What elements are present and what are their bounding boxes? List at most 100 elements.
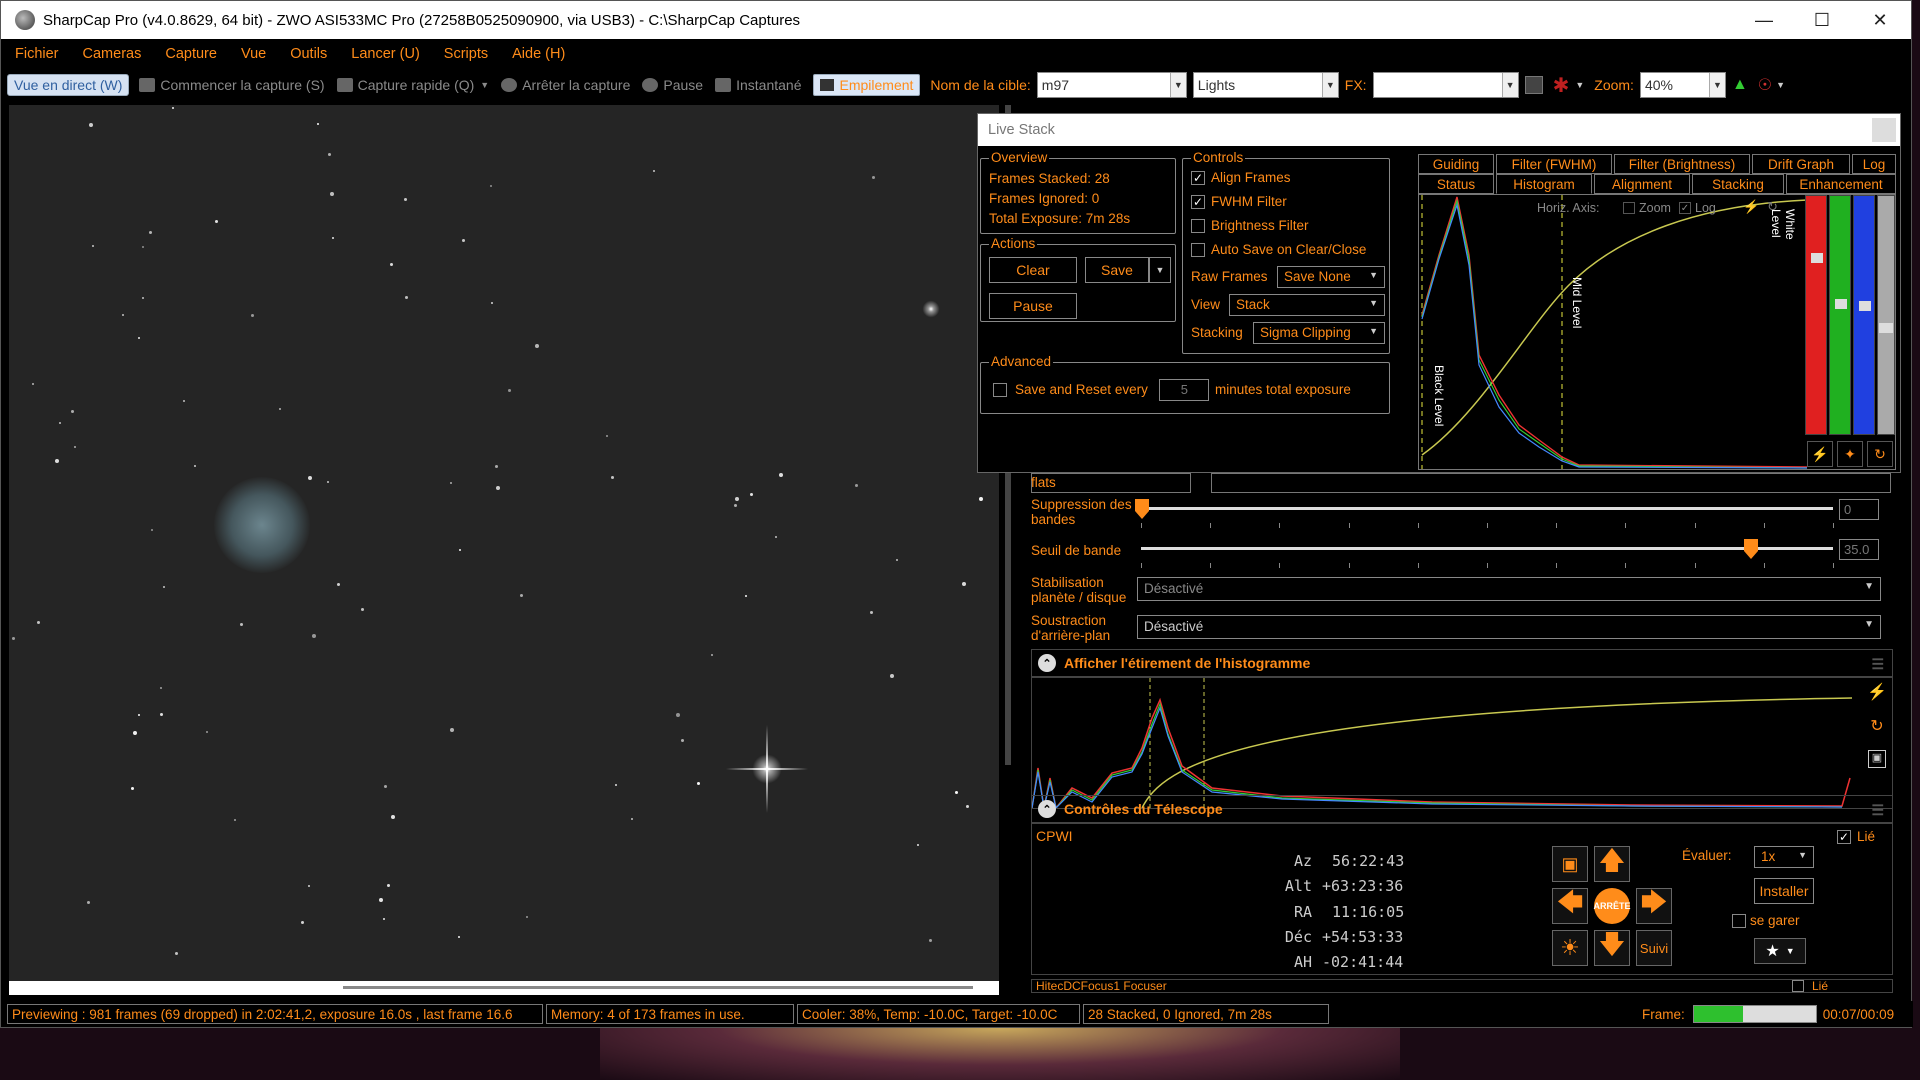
arrow-right-icon[interactable]: 🡆: [1636, 887, 1672, 924]
tab-drift-graph[interactable]: Drift Graph: [1752, 154, 1850, 174]
histogram-section-header[interactable]: ⌃ Afficher l'étirement de l'histogramme …: [1031, 649, 1893, 677]
chevron-down-icon[interactable]: ▼: [1149, 257, 1171, 283]
live-stack-histogram-chart[interactable]: Black Level Mid Level: [1419, 195, 1807, 469]
arrow-down-icon[interactable]: 🡇: [1594, 929, 1630, 966]
view-select[interactable]: Stack ▼: [1229, 294, 1385, 316]
tab-filter-brightness[interactable]: Filter (Brightness): [1614, 154, 1750, 174]
reset-icon[interactable]: ↻: [1864, 716, 1890, 742]
chevron-up-icon[interactable]: ⌃: [1038, 800, 1056, 818]
chevron-down-icon[interactable]: ▼: [480, 80, 489, 90]
threshold-slider-track[interactable]: [1141, 547, 1833, 550]
luminance-slider[interactable]: [1877, 195, 1895, 435]
menu-outils[interactable]: Outils: [290, 46, 327, 62]
minimize-icon[interactable]: —: [1735, 1, 1793, 39]
fwhm-filter-checkbox[interactable]: ✓: [1191, 195, 1205, 209]
menu-cameras[interactable]: Cameras: [83, 46, 142, 62]
stabilization-select[interactable]: Désactivé ▼: [1137, 577, 1881, 601]
maximize-icon[interactable]: ☐: [1793, 1, 1851, 39]
stop-capture-button[interactable]: Arrêter la capture: [501, 77, 630, 93]
center-icon[interactable]: ▣: [1552, 846, 1588, 882]
stacking-button[interactable]: Empilement: [813, 74, 921, 96]
menu-aide[interactable]: Aide (H): [512, 46, 565, 62]
threshold-value[interactable]: 35.0: [1839, 539, 1879, 560]
menu-icon[interactable]: ☰: [1871, 802, 1884, 819]
arrow-left-icon[interactable]: 🡄: [1552, 887, 1588, 924]
snapshot-button[interactable]: Instantané: [715, 77, 801, 93]
live-view-button[interactable]: Vue en direct (W): [7, 74, 130, 96]
tab-log[interactable]: Log: [1852, 154, 1896, 174]
reset-icon[interactable]: ↻: [1867, 441, 1893, 467]
linked-checkbox[interactable]: ✓: [1837, 830, 1851, 844]
target-icon[interactable]: ☉: [1758, 75, 1772, 95]
chevron-up-icon[interactable]: ⌃: [1038, 654, 1056, 672]
tab-guiding[interactable]: Guiding: [1418, 154, 1494, 174]
raw-frames-select[interactable]: Save None ▼: [1277, 266, 1385, 288]
menu-lancer[interactable]: Lancer (U): [351, 46, 420, 62]
histogram-icon[interactable]: ▲: [1732, 76, 1748, 94]
pause-button[interactable]: Pause: [642, 77, 703, 93]
close-icon[interactable]: ✕: [1851, 1, 1909, 39]
green-slider-thumb[interactable]: [1835, 299, 1847, 309]
focuser-linked-checkbox[interactable]: [1792, 980, 1804, 992]
chevron-down-icon[interactable]: ▼: [1321, 73, 1338, 97]
horizontal-scrollbar[interactable]: [9, 981, 999, 995]
star-icon[interactable]: ★ ▼: [1754, 938, 1806, 964]
quick-capture-button[interactable]: Capture rapide (Q) ▼: [336, 77, 489, 93]
square-icon[interactable]: [1524, 76, 1543, 94]
telescope-section-header[interactable]: ⌃ Contrôles du Télescope ☰: [1031, 795, 1893, 823]
lightning-icon[interactable]: ⚡: [1864, 682, 1890, 708]
lightning-icon[interactable]: ⚡: [1807, 441, 1833, 467]
minutes-stepper[interactable]: 5: [1159, 379, 1209, 401]
threshold-slider-thumb[interactable]: [1744, 539, 1758, 559]
auto-save-checkbox[interactable]: [1191, 243, 1205, 257]
menu-capture[interactable]: Capture: [165, 46, 217, 62]
chevron-down-icon[interactable]: ▼: [1575, 80, 1584, 90]
chevron-down-icon[interactable]: ▼: [1501, 73, 1518, 97]
green-channel-slider[interactable]: [1829, 195, 1851, 435]
sun-icon[interactable]: ☀: [1552, 930, 1588, 966]
banding-value[interactable]: 0: [1839, 499, 1879, 520]
target-name-input[interactable]: m97 ▼: [1036, 72, 1187, 98]
blue-channel-slider[interactable]: [1853, 195, 1875, 435]
align-frames-checkbox[interactable]: ✓: [1191, 171, 1205, 185]
log-checkbox[interactable]: ✓: [1679, 202, 1691, 214]
start-capture-button[interactable]: Commencer la capture (S): [139, 77, 325, 93]
tab-filter-fwhm[interactable]: Filter (FWHM): [1496, 154, 1612, 174]
pause-stack-button[interactable]: Pause: [989, 293, 1077, 319]
fx-select[interactable]: ▼: [1372, 72, 1519, 98]
tab-status[interactable]: Status: [1418, 174, 1494, 194]
save-reset-checkbox[interactable]: [993, 383, 1007, 397]
stop-button[interactable]: ARRÊTE: [1594, 888, 1631, 924]
chevron-down-icon[interactable]: ▼: [1169, 73, 1186, 97]
menu-icon[interactable]: ☰: [1871, 656, 1884, 673]
tab-enhancement[interactable]: Enhancement: [1786, 174, 1896, 194]
park-checkbox[interactable]: [1732, 914, 1746, 928]
scrollbar-thumb[interactable]: [343, 986, 973, 989]
zoom-select[interactable]: 40% ▼: [1639, 72, 1726, 98]
install-button[interactable]: Installer: [1754, 878, 1814, 904]
histogram-stretch-chart[interactable]: [1032, 678, 1852, 808]
red-channel-slider[interactable]: [1805, 195, 1827, 435]
red-slider-thumb[interactable]: [1811, 253, 1823, 263]
save-icon[interactable]: ▣: [1868, 750, 1886, 768]
sparkle-icon[interactable]: ✦: [1837, 441, 1863, 467]
blue-slider-thumb[interactable]: [1859, 301, 1871, 311]
stacking-select[interactable]: Sigma Clipping ▼: [1253, 322, 1385, 344]
banding-slider-track[interactable]: [1141, 507, 1833, 510]
lightning-icon[interactable]: ⚡: [1743, 199, 1761, 217]
flats-path[interactable]: [1211, 473, 1891, 493]
brightness-filter-checkbox[interactable]: [1191, 219, 1205, 233]
arrow-up-icon[interactable]: 🡅: [1594, 845, 1630, 882]
chevron-down-icon[interactable]: ▼: [1776, 80, 1785, 90]
menu-vue[interactable]: Vue: [241, 46, 266, 62]
tab-stacking[interactable]: Stacking: [1692, 174, 1784, 194]
close-icon[interactable]: [1872, 118, 1896, 142]
menu-fichier[interactable]: Fichier: [15, 46, 59, 62]
image-viewer[interactable]: [9, 105, 999, 981]
menu-scripts[interactable]: Scripts: [444, 46, 488, 62]
histogram-stretch-area[interactable]: ⚡ ↻ ▣: [1031, 677, 1893, 809]
rate-select[interactable]: 1x ▼: [1754, 846, 1814, 868]
tab-histogram[interactable]: Histogram: [1496, 174, 1592, 194]
luminance-slider-thumb[interactable]: [1879, 323, 1893, 333]
save-button[interactable]: Save: [1085, 257, 1149, 283]
